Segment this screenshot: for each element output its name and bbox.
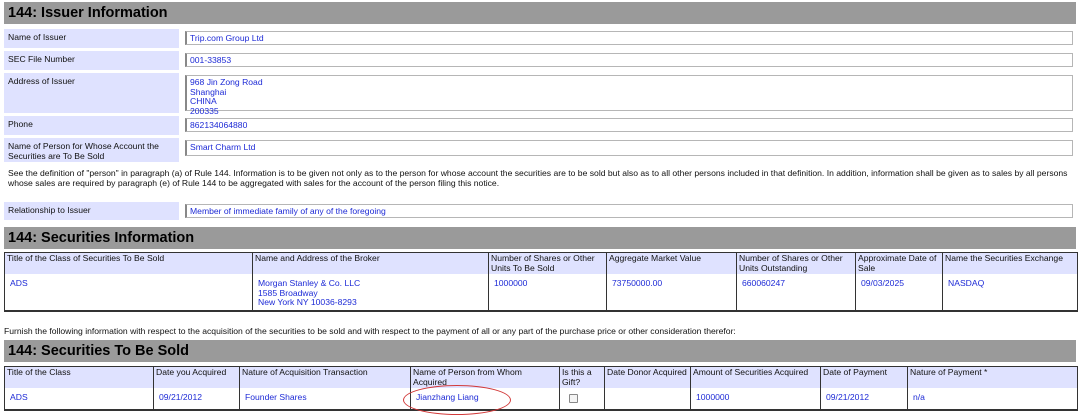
- address-of-issuer-field[interactable]: 968 Jin Zong Road Shanghai CHINA 200335: [185, 75, 1073, 115]
- table-row: ADS Morgan Stanley & Co. LLC 1585 Broadw…: [4, 274, 1078, 312]
- col-date-donor-acquired: Date Donor Acquired: [604, 366, 691, 388]
- col-securities-exchange: Name the Securities Exchange: [942, 252, 1078, 274]
- red-circle-annotation: [403, 385, 511, 415]
- cell-approx-sale-date[interactable]: 09/03/2025: [855, 274, 943, 312]
- gift-checkbox[interactable]: [569, 394, 578, 403]
- cell-title-of-class[interactable]: ADS: [4, 388, 154, 411]
- person-definition-note: See the definition of "person" in paragr…: [8, 168, 1068, 188]
- name-of-issuer-field[interactable]: Trip.com Group Ltd: [185, 31, 1073, 45]
- address-of-issuer-label: Address of Issuer: [4, 73, 179, 113]
- col-shares-outstanding: Number of Shares or Other Units Outstand…: [736, 252, 856, 274]
- col-nature-of-acquisition: Nature of Acquisition Transaction: [239, 366, 411, 388]
- person-for-account-label: Name of Person for Whose Account the Sec…: [4, 138, 179, 162]
- securities-sold-header: 144: Securities To Be Sold: [4, 340, 1076, 362]
- col-title-of-class: Title of the Class of Securities To Be S…: [4, 252, 253, 274]
- cell-shares-to-be-sold[interactable]: 1000000: [488, 274, 607, 312]
- col-date-acquired: Date you Acquired: [153, 366, 240, 388]
- phone-label: Phone: [4, 116, 179, 135]
- cell-shares-outstanding[interactable]: 660060247: [736, 274, 856, 312]
- col-title-of-class: Title of the Class: [4, 366, 154, 388]
- relationship-field[interactable]: Member of immediate family of any of the…: [185, 204, 1073, 218]
- table-row: ADS 09/21/2012 Founder Shares Jianzhang …: [4, 388, 1078, 411]
- col-broker: Name and Address of the Broker: [252, 252, 489, 274]
- securities-info-table: Title of the Class of Securities To Be S…: [4, 252, 1078, 312]
- table-header-row: Title of the Class of Securities To Be S…: [4, 252, 1078, 274]
- person-for-account-field[interactable]: Smart Charm Ltd: [185, 140, 1073, 156]
- cell-date-donor-acquired[interactable]: [604, 388, 691, 411]
- cell-broker[interactable]: Morgan Stanley & Co. LLC 1585 Broadway N…: [252, 274, 489, 312]
- phone-field[interactable]: 862134064880: [185, 118, 1073, 132]
- cell-title-of-class[interactable]: ADS: [4, 274, 253, 312]
- cell-nature-of-payment[interactable]: n/a: [907, 388, 1078, 411]
- securities-info-header: 144: Securities Information: [4, 227, 1076, 249]
- cell-date-acquired[interactable]: 09/21/2012: [153, 388, 240, 411]
- col-is-gift: Is this a Gift?: [559, 366, 605, 388]
- col-person-acquired-from: Name of Person from Whom Acquired: [410, 366, 560, 388]
- col-date-of-payment: Date of Payment: [820, 366, 908, 388]
- table-header-row: Title of the Class Date you Acquired Nat…: [4, 366, 1078, 388]
- col-approx-sale-date: Approximate Date of Sale: [855, 252, 943, 274]
- sec-file-number-label: SEC File Number: [4, 51, 179, 70]
- name-of-issuer-label: Name of Issuer: [4, 29, 179, 48]
- cell-nature-of-acquisition[interactable]: Founder Shares: [239, 388, 411, 411]
- cell-securities-exchange[interactable]: NASDAQ: [942, 274, 1078, 312]
- acquisition-note: Furnish the following information with r…: [4, 326, 736, 336]
- cell-amount-acquired[interactable]: 1000000: [690, 388, 821, 411]
- cell-is-gift: [559, 388, 605, 411]
- cell-date-of-payment[interactable]: 09/21/2012: [820, 388, 908, 411]
- col-aggregate-market-value: Aggregate Market Value: [606, 252, 737, 274]
- col-amount-acquired: Amount of Securities Acquired: [690, 366, 821, 388]
- col-nature-of-payment: Nature of Payment *: [907, 366, 1078, 388]
- securities-sold-table: Title of the Class Date you Acquired Nat…: [4, 366, 1078, 411]
- cell-aggregate-market-value[interactable]: 73750000.00: [606, 274, 737, 312]
- col-shares-to-be-sold: Number of Shares or Other Units To Be So…: [488, 252, 607, 274]
- issuer-info-header: 144: Issuer Information: [4, 2, 1076, 24]
- sec-file-number-field[interactable]: 001-33853: [185, 53, 1073, 67]
- relationship-label: Relationship to Issuer: [4, 202, 179, 220]
